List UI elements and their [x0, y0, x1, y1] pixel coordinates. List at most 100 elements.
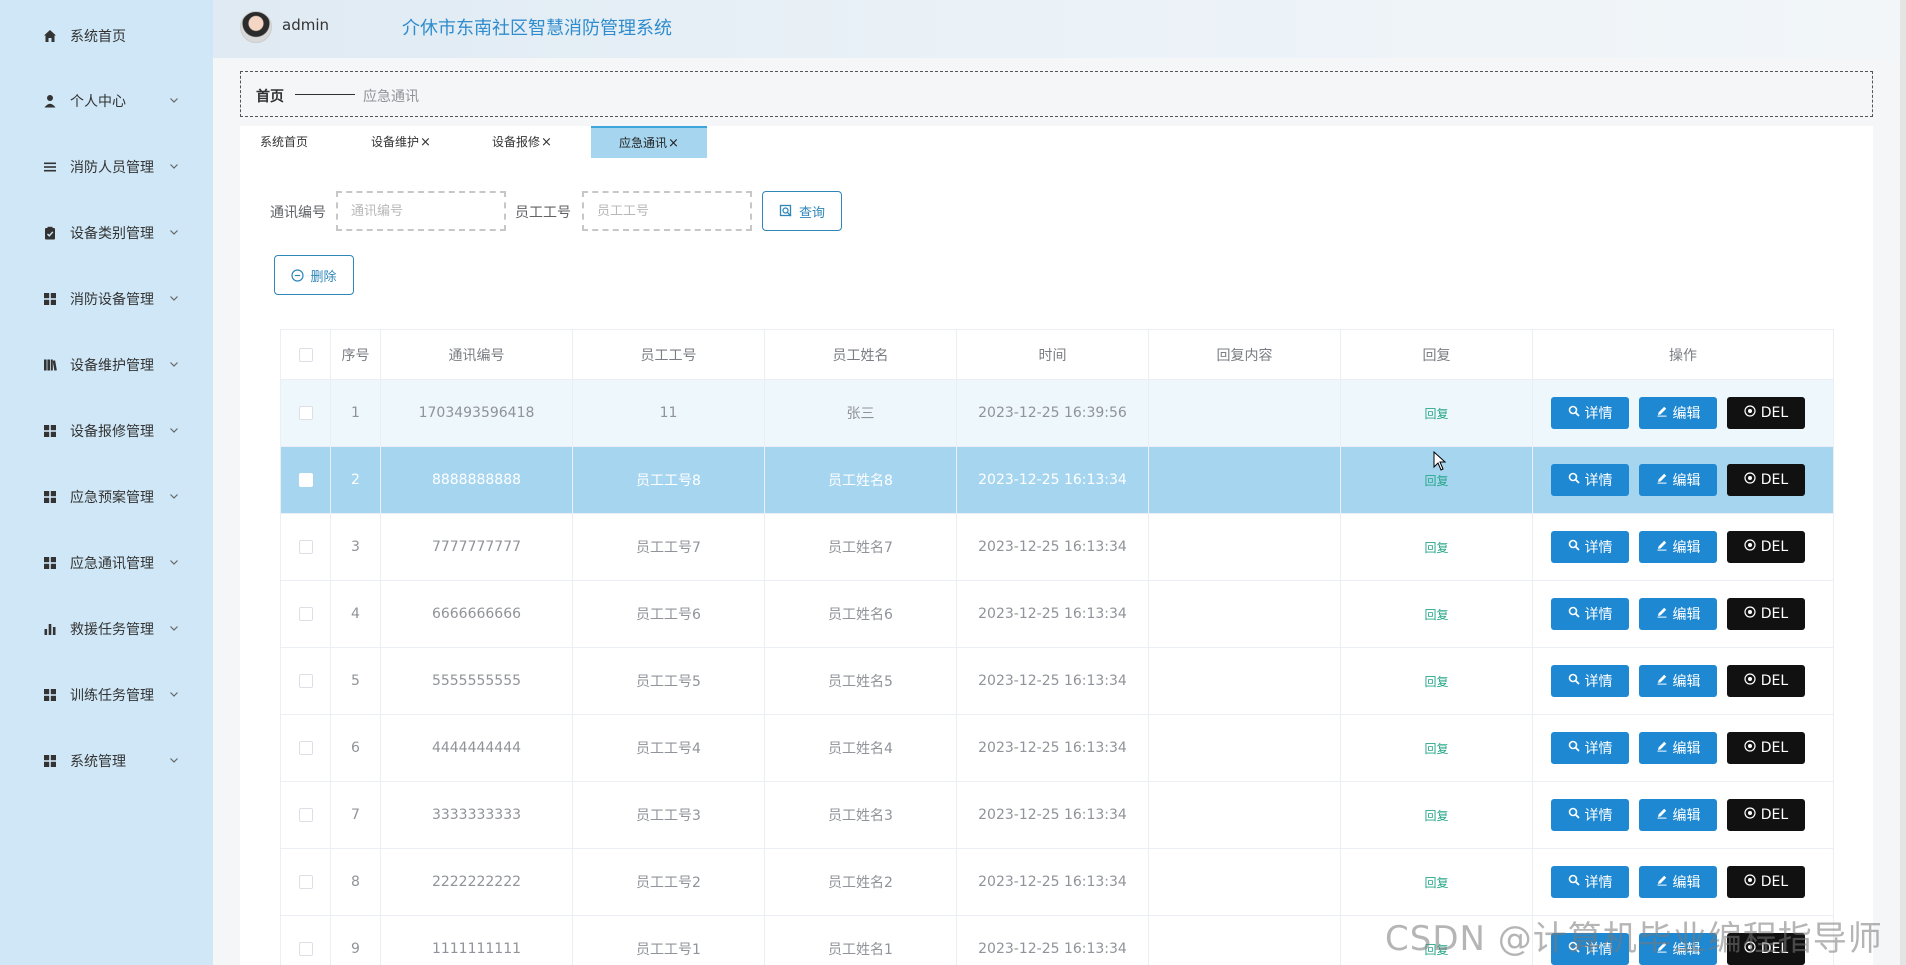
reply-link[interactable]: 回复 — [1424, 809, 1448, 823]
reply-link[interactable]: 回复 — [1424, 675, 1448, 689]
table-row[interactable]: 2 8888888888 员工工号8 员工姓名8 2023-12-25 16:13:34… — [280, 446, 1834, 514]
row-checkbox[interactable] — [298, 808, 313, 822]
table-row[interactable]: 3 7777777777 员工工号7 员工姓名7 2023-12-25 16:13:34… — [280, 513, 1834, 581]
table-row[interactable]: 1 1703493596418 11 张三 2023-12-25 16:39:56 回复 详… — [280, 379, 1834, 447]
detail-button[interactable]: 详情 — [1551, 598, 1629, 630]
reply-link[interactable]: 回复 — [1424, 541, 1448, 555]
query-label: 查询 — [798, 205, 825, 221]
cell-actions: 详情 编辑 DEL — [1532, 848, 1834, 916]
edit-button[interactable]: 编辑 — [1639, 397, 1717, 429]
row-select-cell[interactable] — [280, 513, 331, 581]
sidebar-item[interactable]: 个人中心 — [0, 85, 213, 115]
row-select-cell[interactable] — [280, 647, 331, 715]
grid-icon — [42, 555, 58, 571]
sidebar-item[interactable]: 设备类别管理 — [0, 217, 213, 247]
tab-close-icon[interactable]: × — [420, 135, 431, 150]
table-row[interactable]: 8 2222222222 员工工号2 员工姓名2 2023-12-25 16:13:34… — [280, 848, 1834, 916]
row-checkbox[interactable] — [298, 674, 313, 688]
row-select-cell[interactable] — [280, 580, 331, 648]
delete-button[interactable]: DEL — [1727, 866, 1805, 898]
row-select-cell[interactable] — [280, 446, 331, 514]
emp-no-input[interactable] — [582, 191, 752, 231]
sidebar-item[interactable]: 设备报修管理 — [0, 415, 213, 445]
tab-device-maintenance[interactable]: 设备维护× — [360, 126, 442, 158]
detail-button[interactable]: 详情 — [1551, 531, 1629, 563]
detail-button[interactable]: 详情 — [1551, 799, 1629, 831]
detail-button[interactable]: 详情 — [1551, 732, 1629, 764]
row-select-cell[interactable] — [280, 781, 331, 849]
edit-button[interactable]: 编辑 — [1639, 598, 1717, 630]
reply-link[interactable]: 回复 — [1424, 407, 1448, 421]
row-checkbox[interactable] — [298, 875, 313, 889]
sidebar-item[interactable]: 设备维护管理 — [0, 349, 213, 379]
cell-reply-content — [1148, 848, 1341, 916]
edit-button[interactable]: 编辑 — [1639, 464, 1717, 496]
row-select-cell[interactable] — [280, 915, 331, 965]
list-icon — [42, 159, 58, 175]
page-scrollbar[interactable] — [1900, 0, 1906, 965]
row-checkbox[interactable] — [298, 540, 313, 554]
edit-button[interactable]: 编辑 — [1639, 799, 1717, 831]
edit-button[interactable]: 编辑 — [1639, 866, 1717, 898]
row-checkbox[interactable] — [298, 406, 313, 420]
detail-button[interactable]: 详情 — [1551, 866, 1629, 898]
table-row[interactable]: 4 6666666666 员工工号6 员工姓名6 2023-12-25 16:13:34… — [280, 580, 1834, 648]
delete-circle-icon — [1744, 673, 1756, 689]
sidebar-item[interactable]: 救援任务管理 — [0, 613, 213, 643]
sidebar-item[interactable]: 应急通讯管理 — [0, 547, 213, 577]
sidebar-item[interactable]: 训练任务管理 — [0, 679, 213, 709]
cell-comm-no: 6666666666 — [380, 580, 573, 648]
sidebar-item[interactable]: 消防设备管理 — [0, 283, 213, 313]
breadcrumb-home[interactable]: 首页 — [256, 86, 284, 106]
edit-button[interactable]: 编辑 — [1639, 732, 1717, 764]
sidebar-item[interactable]: 应急预案管理 — [0, 481, 213, 511]
delete-button[interactable]: DEL — [1727, 531, 1805, 563]
cell-index: 5 — [330, 647, 381, 715]
cell-reply-content — [1148, 379, 1341, 447]
detail-button[interactable]: 详情 — [1551, 665, 1629, 697]
row-select-cell[interactable] — [280, 848, 331, 916]
row-checkbox[interactable] — [298, 942, 313, 956]
comm-no-input[interactable] — [336, 191, 506, 231]
batch-delete-button[interactable]: 删除 — [274, 255, 354, 295]
table-row[interactable]: 6 4444444444 员工工号4 员工姓名4 2023-12-25 16:13:34… — [280, 714, 1834, 782]
row-checkbox[interactable] — [298, 741, 313, 755]
delete-button[interactable]: DEL — [1727, 598, 1805, 630]
tab-device-repair[interactable]: 设备报修× — [481, 126, 563, 158]
del-label: DEL — [1760, 874, 1789, 890]
select-all-cell[interactable] — [280, 329, 331, 380]
cell-index: 1 — [330, 379, 381, 447]
query-button[interactable]: 查询 — [762, 191, 842, 231]
row-checkbox[interactable] — [298, 473, 313, 487]
del-label: DEL — [1760, 606, 1789, 622]
delete-button[interactable]: DEL — [1727, 397, 1805, 429]
edit-button[interactable]: 编辑 — [1639, 665, 1717, 697]
reply-link[interactable]: 回复 — [1424, 742, 1448, 756]
reply-link[interactable]: 回复 — [1424, 474, 1448, 488]
delete-button[interactable]: DEL — [1727, 799, 1805, 831]
reply-link[interactable]: 回复 — [1424, 876, 1448, 890]
reply-link[interactable]: 回复 — [1424, 608, 1448, 622]
tab-home[interactable]: 系统首页 — [248, 126, 320, 158]
sidebar-item[interactable]: 消防人员管理 — [0, 151, 213, 181]
table-row[interactable]: 5 5555555555 员工工号5 员工姓名5 2023-12-25 16:13:34… — [280, 647, 1834, 715]
row-select-cell[interactable] — [280, 379, 331, 447]
table-row[interactable]: 7 3333333333 员工工号3 员工姓名3 2023-12-25 16:13:34… — [280, 781, 1834, 849]
select-all-checkbox[interactable] — [298, 347, 313, 362]
row-select-cell[interactable] — [280, 714, 331, 782]
detail-button[interactable]: 详情 — [1551, 397, 1629, 429]
tab-close-icon[interactable]: × — [541, 135, 552, 150]
edit-button[interactable]: 编辑 — [1639, 531, 1717, 563]
breadcrumb-current: 应急通讯 — [363, 89, 419, 105]
sidebar-item[interactable]: 系统首页 — [0, 20, 213, 50]
tab-emergency-comm[interactable]: 应急通讯× — [591, 126, 707, 158]
avatar[interactable] — [240, 11, 272, 43]
delete-button[interactable]: DEL — [1727, 732, 1805, 764]
username[interactable]: admin — [282, 16, 329, 34]
tab-close-icon[interactable]: × — [668, 136, 679, 151]
detail-button[interactable]: 详情 — [1551, 464, 1629, 496]
delete-button[interactable]: DEL — [1727, 665, 1805, 697]
sidebar-item[interactable]: 系统管理 — [0, 745, 213, 775]
row-checkbox[interactable] — [298, 607, 313, 621]
delete-button[interactable]: DEL — [1727, 464, 1805, 496]
